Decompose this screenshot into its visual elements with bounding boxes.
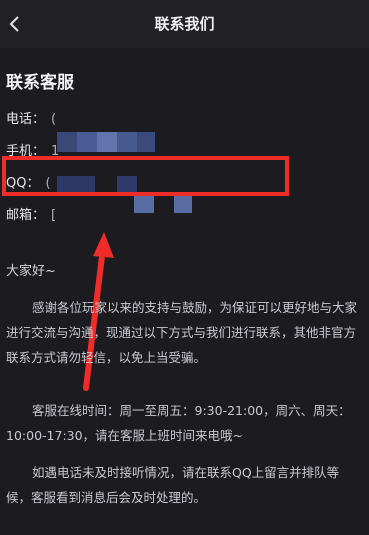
greeting-text: 大家好~ <box>6 264 56 279</box>
notice-paragraph: 如遇电话未及时接听情况，请在联系QQ上留言并排队等候，客服看到消息后会及时处理的… <box>6 465 340 505</box>
intro-paragraph: 感谢各位玩家以来的支持与鼓励，为保证可以更好地与大家进行交流与沟通，现通过以下方… <box>6 300 358 365</box>
hours-paragraph: 客服在线时间：周一至周五：9:30-21:00，周六、周天：10:00-17:3… <box>6 403 351 443</box>
